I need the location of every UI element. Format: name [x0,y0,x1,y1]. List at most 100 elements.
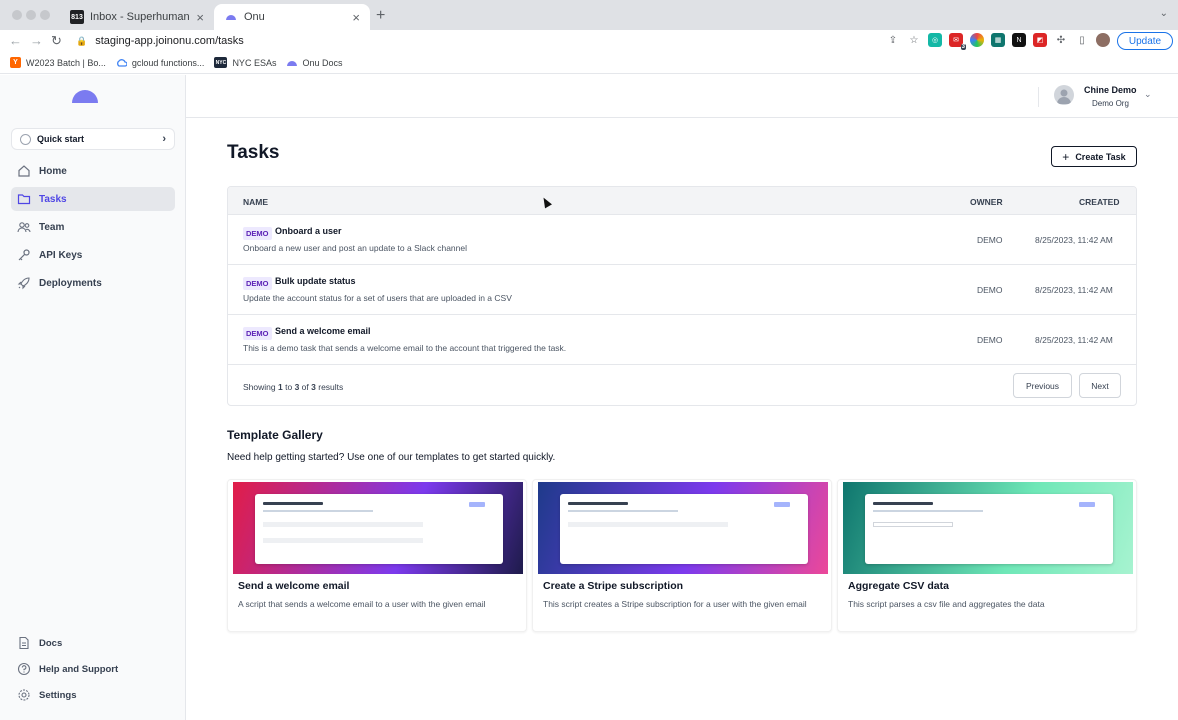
share-icon[interactable]: ⇪ [886,33,900,47]
template-card-aggregate-csv[interactable]: Aggregate CSV data This script parses a … [837,479,1137,632]
task-name[interactable]: Send a welcome email [275,326,371,336]
showing-suffix: results [318,382,344,392]
sidebar-item-label: Docs [39,637,63,649]
window-close-dot[interactable] [12,10,22,20]
extension-red-icon[interactable]: ✉ 3 [949,33,966,50]
template-preview-mock [560,494,808,564]
template-card-title: Aggregate CSV data [848,580,949,592]
task-description: Onboard a new user and post an update to… [243,243,467,253]
browser-tab-onu[interactable]: Onu × [214,4,370,30]
sidebar-item-label: Help and Support [39,663,119,675]
sidebar-item-deployments[interactable]: Deployments [11,271,175,295]
onu-docs-icon [286,57,297,68]
notion-icon[interactable]: N [1012,33,1026,47]
extension-red-square-icon[interactable]: ◩ [1033,33,1047,47]
progress-ring-icon [20,133,31,145]
chevron-down-icon[interactable]: ⌄ [1144,89,1152,100]
showing-to: 3 [294,382,300,392]
extension-green-icon[interactable]: ▦ [991,33,1005,47]
bookmark-nyc-esas[interactable]: NYC NYC ESAs [214,57,276,68]
create-task-label: Create Task [1075,151,1126,162]
plus-icon: + [1062,149,1070,164]
profile-avatar-icon[interactable] [1096,33,1110,47]
tab-search-chevron-icon[interactable]: ⌄ [1160,8,1168,19]
home-icon [18,165,30,177]
tab-close-icon[interactable]: × [352,10,360,25]
bookmark-label: Onu Docs [302,57,343,68]
sidebar: Quick start › Home Tasks Team API Keys D… [0,75,186,720]
extensions-puzzle-icon[interactable]: ✣ [1054,33,1068,47]
sidebar-item-home[interactable]: Home [11,159,175,183]
forward-arrow-icon[interactable]: → [30,33,43,48]
sidebar-item-label: Home [39,165,67,177]
demo-badge: DEMO [243,327,272,340]
task-description: Update the account status for a set of u… [243,293,512,303]
tab-close-icon[interactable]: × [196,10,204,25]
doc-icon [19,636,29,650]
bookmark-onu-docs[interactable]: Onu Docs [286,57,342,68]
showing-prefix: Showing [243,382,276,392]
toolbar-icons: ⇪ ☆ ◎ ✉ 3 ▦ N ◩ ✣ ▯ [886,33,1110,50]
template-thumbnail [538,482,828,574]
user-avatar[interactable] [1054,85,1074,105]
app-header: Chine Demo Demo Org ⌄ [186,75,1178,118]
window-minimize-dot[interactable] [26,10,36,20]
task-name[interactable]: Bulk update status [275,276,356,286]
window-zoom-dot[interactable] [40,10,50,20]
user-org: Demo Org [1092,99,1129,108]
template-thumbnail [233,482,523,574]
sidebar-item-team[interactable]: Team [11,215,175,239]
sidebar-item-help[interactable]: Help and Support [11,658,175,680]
browser-tab-superhuman[interactable]: 813 Inbox - Superhuman × [60,4,214,30]
bookmark-gcloud[interactable]: gcloud functions... [116,57,204,68]
next-button[interactable]: Next [1079,373,1121,398]
extension-teal-icon[interactable]: ◎ [928,33,942,47]
onu-logo-icon[interactable] [72,90,98,103]
tab-label: Onu [244,11,265,23]
folder-icon [17,194,31,205]
sidebar-item-settings[interactable]: Settings [11,684,175,706]
address-bar[interactable]: 🔒 staging-app.joinonu.com/tasks [68,30,928,52]
extension-badge: 3 [960,44,966,50]
sidebar-item-api-keys[interactable]: API Keys [11,243,175,267]
template-card-welcome-email[interactable]: Send a welcome email A script that sends… [227,479,527,632]
template-card-stripe-subscription[interactable]: Create a Stripe subscription This script… [532,479,832,632]
showing-total: 3 [311,382,316,392]
template-card-title: Create a Stripe subscription [543,580,684,592]
task-created: 8/25/2023, 11:42 AM [1035,235,1113,245]
task-owner: DEMO [977,285,1003,295]
new-tab-plus-icon[interactable]: + [376,7,385,25]
template-card-description: This script creates a Stripe subscriptio… [543,599,807,609]
quick-start-button[interactable]: Quick start › [11,128,175,150]
quick-start-label: Quick start [37,134,85,144]
back-arrow-icon[interactable]: ← [9,33,22,48]
table-row[interactable]: DEMO Bulk update status Update the accou… [228,265,1136,315]
template-card-description: This script parses a csv file and aggreg… [848,599,1045,609]
bookmark-label: NYC ESAs [232,57,277,68]
pagination-summary: Showing 1 to 3 of 3 results [243,382,343,392]
bookmark-star-icon[interactable]: ☆ [907,33,921,47]
browser-update-button[interactable]: Update [1117,32,1173,50]
nyc-icon: NYC [214,57,228,68]
reload-icon[interactable]: ↻ [51,33,62,49]
gcloud-icon [116,57,127,68]
sidebar-item-tasks[interactable]: Tasks [11,187,175,211]
column-header-created: CREATED [1079,197,1120,207]
team-icon [17,222,31,233]
browser-tab-strip: 813 Inbox - Superhuman × Onu × + ⌄ [0,0,1178,30]
key-icon [18,249,30,261]
extension-color-wheel-icon[interactable] [970,33,984,47]
user-name[interactable]: Chine Demo [1084,85,1137,95]
previous-button[interactable]: Previous [1013,373,1072,398]
table-row[interactable]: DEMO Send a welcome email This is a demo… [228,315,1136,365]
create-task-button[interactable]: + Create Task [1051,146,1137,167]
demo-badge: DEMO [243,277,272,290]
bookmark-w2023[interactable]: Y W2023 Batch | Bo... [10,57,106,68]
table-row[interactable]: DEMO Onboard a user Onboard a new user a… [228,215,1136,265]
tab-label: Inbox - Superhuman [90,11,190,23]
sidebar-item-docs[interactable]: Docs [11,632,175,654]
task-name[interactable]: Onboard a user [275,226,342,236]
sidepanel-icon[interactable]: ▯ [1075,33,1089,47]
url-text: staging-app.joinonu.com/tasks [95,35,244,47]
template-gallery-subtitle: Need help getting started? Use one of ou… [227,452,556,463]
